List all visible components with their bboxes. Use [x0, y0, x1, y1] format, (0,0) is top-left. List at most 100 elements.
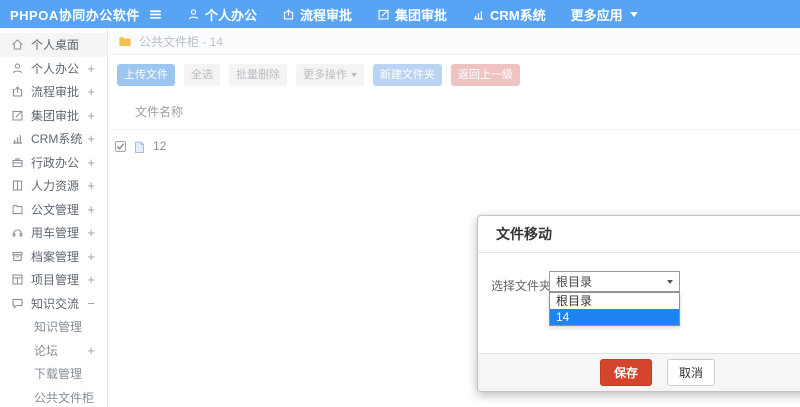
expand-icon[interactable]: +	[87, 84, 95, 99]
sidebar-item-label: 用车管理	[31, 226, 80, 241]
sidebar-item-label: 知识管理	[34, 320, 83, 335]
sidebar: 个人桌面 个人办公 + 流程审批 + 集团审批 + CRM系统 + 行政办公 +…	[0, 28, 108, 407]
folder-icon	[118, 35, 132, 47]
sidebar-item-personal-office[interactable]: 个人办公 +	[0, 57, 107, 81]
caret-down-icon	[629, 11, 638, 17]
sidebar-subitem-public-file-cabinet[interactable]: 公共文件柜	[0, 386, 107, 407]
nav-label: 个人办公	[205, 7, 258, 23]
nav-label: 集团审批	[395, 7, 448, 23]
batch-delete-button[interactable]: 批量删除	[229, 64, 287, 86]
nav-more-apps[interactable]: 更多应用	[571, 5, 638, 24]
chart-icon	[472, 8, 485, 21]
archive-icon	[11, 250, 24, 263]
sidebar-item-label: 公文管理	[31, 202, 80, 217]
sidebar-item-label: 项目管理	[31, 273, 80, 288]
expand-icon[interactable]: +	[87, 202, 95, 217]
file-move-dialog: 文件移动 选择文件夹 根目录 根目录 14 保存 取消	[477, 215, 800, 392]
topbar: PHPOA协同办公软件 个人办公 流程审批 集团审批 CRM系统 更多应用	[0, 0, 800, 28]
expand-icon[interactable]: +	[87, 225, 95, 240]
edit-icon	[377, 8, 390, 21]
home-icon	[11, 38, 24, 51]
sidebar-item-label: 知识交流	[31, 296, 80, 311]
user-icon	[11, 62, 24, 75]
back-up-level-button[interactable]: 返回上一级	[451, 64, 520, 86]
row-checkbox[interactable]	[115, 140, 126, 152]
collapse-icon[interactable]: −	[87, 296, 95, 311]
sidebar-item-project-management[interactable]: 项目管理 +	[0, 268, 107, 292]
table-row[interactable]: 12	[109, 130, 800, 162]
app-logo[interactable]: PHPOA协同办公软件	[10, 5, 148, 24]
sidebar-item-hr[interactable]: 人力资源 +	[0, 174, 107, 198]
new-folder-button[interactable]: 新建文件夹	[373, 64, 442, 86]
folder-select-dropdown: 根目录 14	[549, 292, 680, 326]
app-window: PHPOA协同办公软件 个人办公 流程审批 集团审批 CRM系统 更多应用 个人…	[0, 0, 800, 407]
folder-select-value: 根目录	[556, 275, 593, 289]
menu-icon[interactable]	[148, 7, 163, 22]
book-icon	[11, 179, 24, 192]
briefcase-icon	[11, 156, 24, 169]
sidebar-item-label: 集团审批	[31, 108, 80, 123]
save-button[interactable]: 保存	[600, 359, 653, 386]
sidebar-item-label: 公共文件柜	[34, 390, 95, 405]
dropdown-option-14[interactable]: 14	[550, 309, 679, 325]
sidebar-item-label: 流程审批	[31, 85, 80, 100]
sidebar-item-label: 人力资源	[31, 179, 80, 194]
document-icon	[11, 203, 24, 216]
sidebar-item-process-approval[interactable]: 流程审批 +	[0, 80, 107, 104]
more-actions-button[interactable]: 更多操作	[296, 64, 364, 86]
sidebar-item-vehicle-management[interactable]: 用车管理 +	[0, 221, 107, 245]
sidebar-item-crm[interactable]: CRM系统 +	[0, 127, 107, 151]
folder-select[interactable]: 根目录	[549, 271, 680, 292]
nav-group-approval[interactable]: 集团审批	[377, 5, 447, 24]
expand-icon[interactable]: +	[87, 272, 95, 287]
sidebar-item-label: 行政办公	[31, 155, 80, 170]
expand-icon[interactable]: +	[87, 155, 95, 170]
expand-icon[interactable]: +	[87, 178, 95, 193]
expand-icon[interactable]: +	[87, 249, 95, 264]
headset-icon	[11, 226, 24, 239]
sidebar-subitem-forum[interactable]: 论坛 +	[0, 339, 107, 363]
chart-icon	[11, 132, 24, 145]
sidebar-item-archive-management[interactable]: 档案管理 +	[0, 245, 107, 269]
select-folder-label: 选择文件夹	[491, 279, 552, 293]
edit-icon	[11, 109, 24, 122]
sidebar-item-knowledge-exchange[interactable]: 知识交流 −	[0, 292, 107, 316]
nav-label: CRM系统	[490, 7, 546, 23]
sidebar-subitem-download-management[interactable]: 下载管理	[0, 362, 107, 386]
sidebar-item-desktop[interactable]: 个人桌面	[0, 33, 107, 57]
dialog-footer: 保存 取消	[478, 353, 800, 391]
dialog-title: 文件移动	[478, 216, 800, 253]
sidebar-item-label: 论坛	[34, 343, 59, 358]
cancel-button[interactable]: 取消	[667, 359, 716, 386]
upload-file-button[interactable]: 上传文件	[117, 64, 175, 86]
file-name[interactable]: 12	[153, 139, 166, 153]
topbar-nav: 个人办公 流程审批 集团审批 CRM系统 更多应用	[187, 5, 663, 24]
process-icon	[11, 85, 24, 98]
sidebar-item-label: 个人桌面	[31, 38, 80, 53]
file-icon	[133, 140, 146, 153]
breadcrumb: 公共文件柜 - 14	[109, 28, 800, 55]
process-icon	[282, 8, 295, 21]
sidebar-item-label: 个人办公	[31, 61, 80, 76]
chat-icon	[11, 297, 24, 310]
more-actions-label: 更多操作	[303, 69, 347, 81]
expand-icon[interactable]: +	[87, 108, 95, 123]
nav-personal-office[interactable]: 个人办公	[187, 5, 257, 24]
expand-icon[interactable]: +	[87, 343, 95, 358]
expand-icon[interactable]: +	[87, 61, 95, 76]
sidebar-item-admin-office[interactable]: 行政办公 +	[0, 151, 107, 175]
breadcrumb-text: 公共文件柜 - 14	[139, 34, 224, 49]
user-icon	[187, 8, 200, 21]
sidebar-item-group-approval[interactable]: 集团审批 +	[0, 104, 107, 128]
sidebar-item-label: CRM系统	[31, 132, 83, 147]
caret-down-icon	[667, 280, 673, 284]
select-all-button[interactable]: 全选	[184, 64, 220, 86]
sidebar-subitem-knowledge-management[interactable]: 知识管理	[0, 315, 107, 339]
nav-crm-system[interactable]: CRM系统	[472, 5, 546, 24]
dialog-body: 选择文件夹 根目录 根目录 14	[478, 253, 800, 353]
sidebar-item-doc-management[interactable]: 公文管理 +	[0, 198, 107, 222]
nav-process-approval[interactable]: 流程审批	[282, 5, 352, 24]
sidebar-item-label: 下载管理	[34, 367, 83, 382]
expand-icon[interactable]: +	[87, 131, 95, 146]
dropdown-option-root[interactable]: 根目录	[550, 293, 679, 309]
